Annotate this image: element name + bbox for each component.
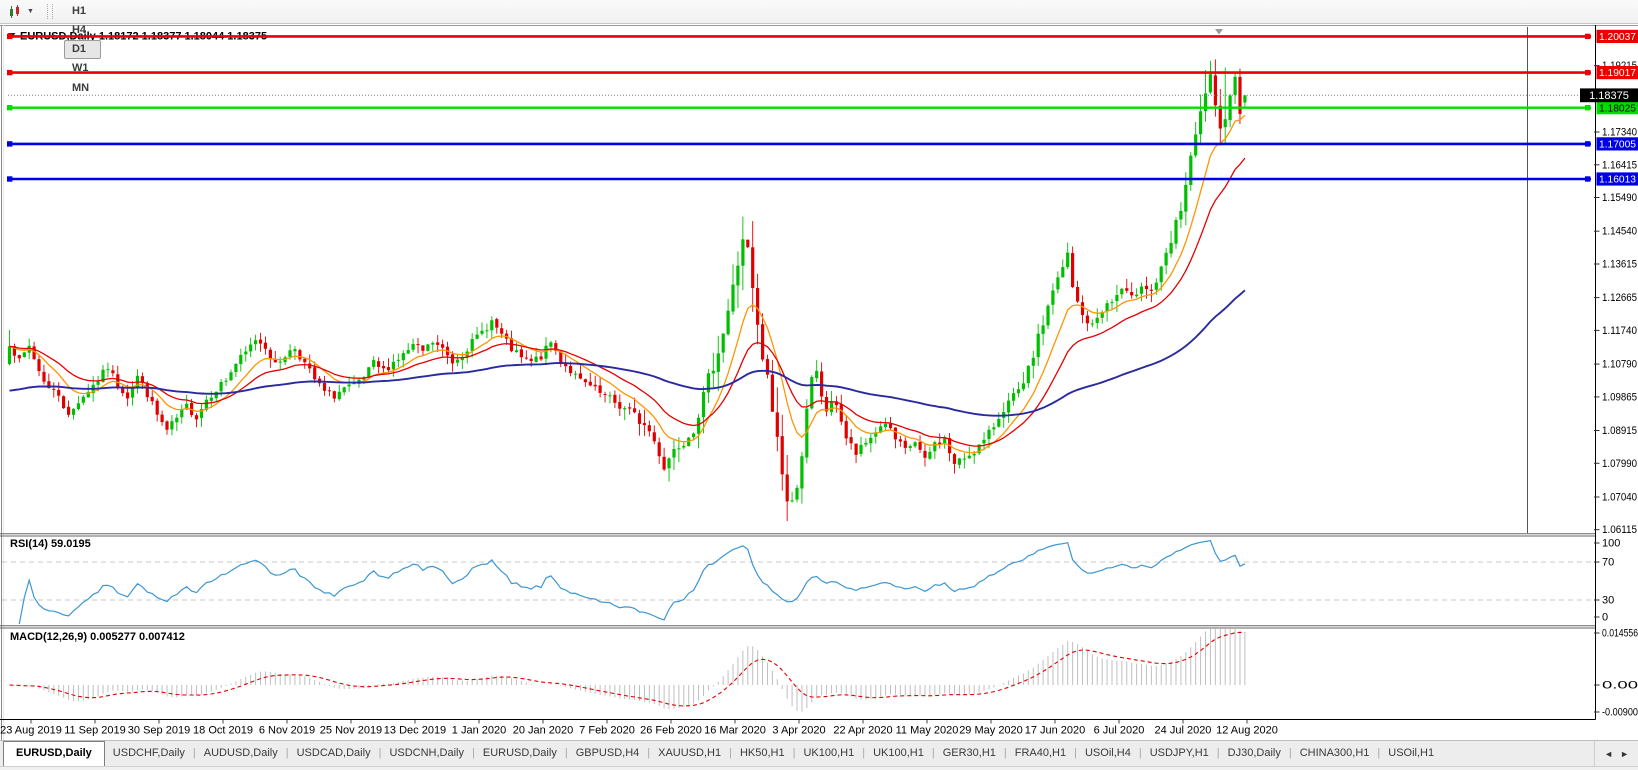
chart-tab-16[interactable]: CHINA300,H1 <box>1292 741 1378 767</box>
macd-label: MACD(12,26,9) 0.005277 0.007412 <box>10 631 185 643</box>
price-tick-label: 1.08915 <box>1602 425 1637 437</box>
date-label: 22 Apr 2020 <box>833 725 892 737</box>
hline-handle-left[interactable] <box>7 34 12 39</box>
chart-tab-7[interactable]: XAUUSD,H1 <box>650 741 729 767</box>
hline-price-label: 1.17005 <box>1599 139 1636 151</box>
chart-background <box>0 23 1638 740</box>
candlestick-chart-icon <box>8 5 24 19</box>
date-label: 7 Feb 2020 <box>579 725 635 737</box>
chart-tab-9[interactable]: UK100,H1 <box>795 741 862 767</box>
date-label: 13 Dec 2019 <box>384 725 446 737</box>
rsi-label: RSI(14) 59.0195 <box>10 538 91 550</box>
date-label: 20 Jan 2020 <box>513 725 574 737</box>
hline-handle-left[interactable] <box>7 105 12 110</box>
chart-tab-bar: EURUSD,DailyUSDCHF,Daily|AUDUSD,Daily|US… <box>0 740 1638 767</box>
date-label: 24 Jul 2020 <box>1155 725 1212 737</box>
hline-handle-right[interactable] <box>1585 105 1590 110</box>
hline-handle-left[interactable] <box>7 141 12 146</box>
date-label: 26 Feb 2020 <box>640 725 702 737</box>
rsi-tick-label: 30 <box>1602 595 1614 607</box>
date-label: 16 Mar 2020 <box>704 725 766 737</box>
chevron-down-icon: ▼ <box>27 8 34 15</box>
chart-canvas[interactable]: EURUSD,Daily 1.18172 1.18377 1.18044 1.1… <box>0 23 1638 740</box>
macd-tick-label: 0.014556 <box>1602 628 1638 640</box>
date-label: 12 Aug 2020 <box>1216 725 1278 737</box>
hline-handle-right[interactable] <box>1585 176 1590 181</box>
price-tick-label: 1.07040 <box>1602 492 1637 504</box>
chart-tab-8[interactable]: HK50,H1 <box>732 741 793 767</box>
timeframe-button-h4[interactable]: H4 <box>64 21 101 40</box>
chart-tab-0[interactable]: EURUSD,Daily <box>3 741 105 767</box>
hline-handle-right[interactable] <box>1585 141 1590 146</box>
date-label: 17 Jun 2020 <box>1025 725 1086 737</box>
price-tick-label: 1.07990 <box>1602 458 1637 470</box>
price-tick-label: 1.15490 <box>1602 192 1637 204</box>
hline-handle-right[interactable] <box>1585 70 1590 75</box>
hline-handle-right[interactable] <box>1585 34 1590 39</box>
date-label: 23 Aug 2019 <box>0 725 62 737</box>
timeframe-button-w1[interactable]: W1 <box>64 59 101 78</box>
timeframe-buttons: M1M5M15M30H1H4D1W1MN <box>62 0 103 98</box>
price-tick-label: 1.09865 <box>1602 391 1637 403</box>
rsi-tick-label: 0 <box>1602 612 1608 624</box>
price-tick-label: 1.17340 <box>1602 127 1637 139</box>
rsi-tick-label: 100 <box>1602 538 1620 550</box>
chart-window[interactable]: EURUSD,Daily 1.18172 1.18377 1.18044 1.1… <box>0 23 1638 740</box>
chart-tab-17[interactable]: USOil,H1 <box>1380 741 1442 767</box>
date-label: 6 Nov 2019 <box>259 725 315 737</box>
chart-tab-12[interactable]: FRA40,H1 <box>1007 741 1074 767</box>
date-label: 3 Apr 2020 <box>772 725 825 737</box>
chart-tab-15[interactable]: DJ30,Daily <box>1220 741 1289 767</box>
hline-handle-left[interactable] <box>7 70 12 75</box>
date-label: 1 Jan 2020 <box>452 725 506 737</box>
hline-handle-left[interactable] <box>7 176 12 181</box>
price-tick-label: 1.13615 <box>1602 259 1637 271</box>
timeframe-button-mn[interactable]: MN <box>64 79 101 98</box>
chart-tab-10[interactable]: UK100,H1 <box>865 741 932 767</box>
hline-price-label: 1.20037 <box>1599 31 1636 43</box>
chart-tab-14[interactable]: USDJPY,H1 <box>1142 741 1217 767</box>
current-price-label: 1.18375 <box>1589 90 1629 102</box>
price-tick-label: 1.06115 <box>1602 524 1637 536</box>
tab-scroll-right-button[interactable]: ► <box>1620 749 1629 759</box>
toolbar-grip[interactable] <box>47 4 53 19</box>
chart-tab-2[interactable]: AUDUSD,Daily <box>196 741 286 767</box>
date-label: 18 Oct 2019 <box>193 725 253 737</box>
chart-tab-13[interactable]: USOil,H4 <box>1077 741 1139 767</box>
toolbar: ▼ M1M5M15M30H1H4D1W1MN <box>0 0 1638 24</box>
tab-scroll-left-button[interactable]: ◄ <box>1604 749 1613 759</box>
price-tick-label: 1.14540 <box>1602 226 1637 238</box>
price-tick-label: 1.12665 <box>1602 292 1637 304</box>
chart-tab-11[interactable]: GER30,H1 <box>935 741 1004 767</box>
date-label: 29 May 2020 <box>959 725 1023 737</box>
date-label: 25 Nov 2019 <box>320 725 382 737</box>
timeframe-button-h1[interactable]: H1 <box>64 2 101 21</box>
chart-type-button[interactable]: ▼ <box>4 3 38 21</box>
chart-tab-4[interactable]: USDCNH,Daily <box>381 741 472 767</box>
tab-scroll-arrows: ◄ ► <box>1594 741 1638 767</box>
price-tick-label: 1.10790 <box>1602 359 1637 371</box>
timeframe-button-d1[interactable]: D1 <box>64 40 101 59</box>
macd-tick-label: 0.00 <box>1602 680 1638 692</box>
chart-tab-1[interactable]: USDCHF,Daily <box>105 741 193 767</box>
macd-tick-label: -0.00900 <box>1602 707 1638 719</box>
date-label: 6 Jul 2020 <box>1094 725 1145 737</box>
chart-tab-3[interactable]: USDCAD,Daily <box>289 741 379 767</box>
status-strip <box>0 766 1638 770</box>
hline-price-label: 1.19017 <box>1599 67 1636 79</box>
date-label: 11 May 2020 <box>896 725 959 737</box>
chart-tab-6[interactable]: GBPUSD,H4 <box>568 741 648 767</box>
chart-tab-5[interactable]: EURUSD,Daily <box>475 741 565 767</box>
hline-price-label: 1.16013 <box>1599 174 1636 186</box>
date-label: 30 Sep 2019 <box>128 725 190 737</box>
date-label: 11 Sep 2019 <box>64 725 126 737</box>
price-tick-label: 1.16415 <box>1602 159 1637 171</box>
price-tick-label: 1.11740 <box>1602 325 1637 337</box>
chart-tabs: EURUSD,DailyUSDCHF,Daily|AUDUSD,Daily|US… <box>0 741 1594 767</box>
rsi-tick-label: 70 <box>1602 557 1614 569</box>
hline-price-label: 1.18025 <box>1599 102 1636 114</box>
